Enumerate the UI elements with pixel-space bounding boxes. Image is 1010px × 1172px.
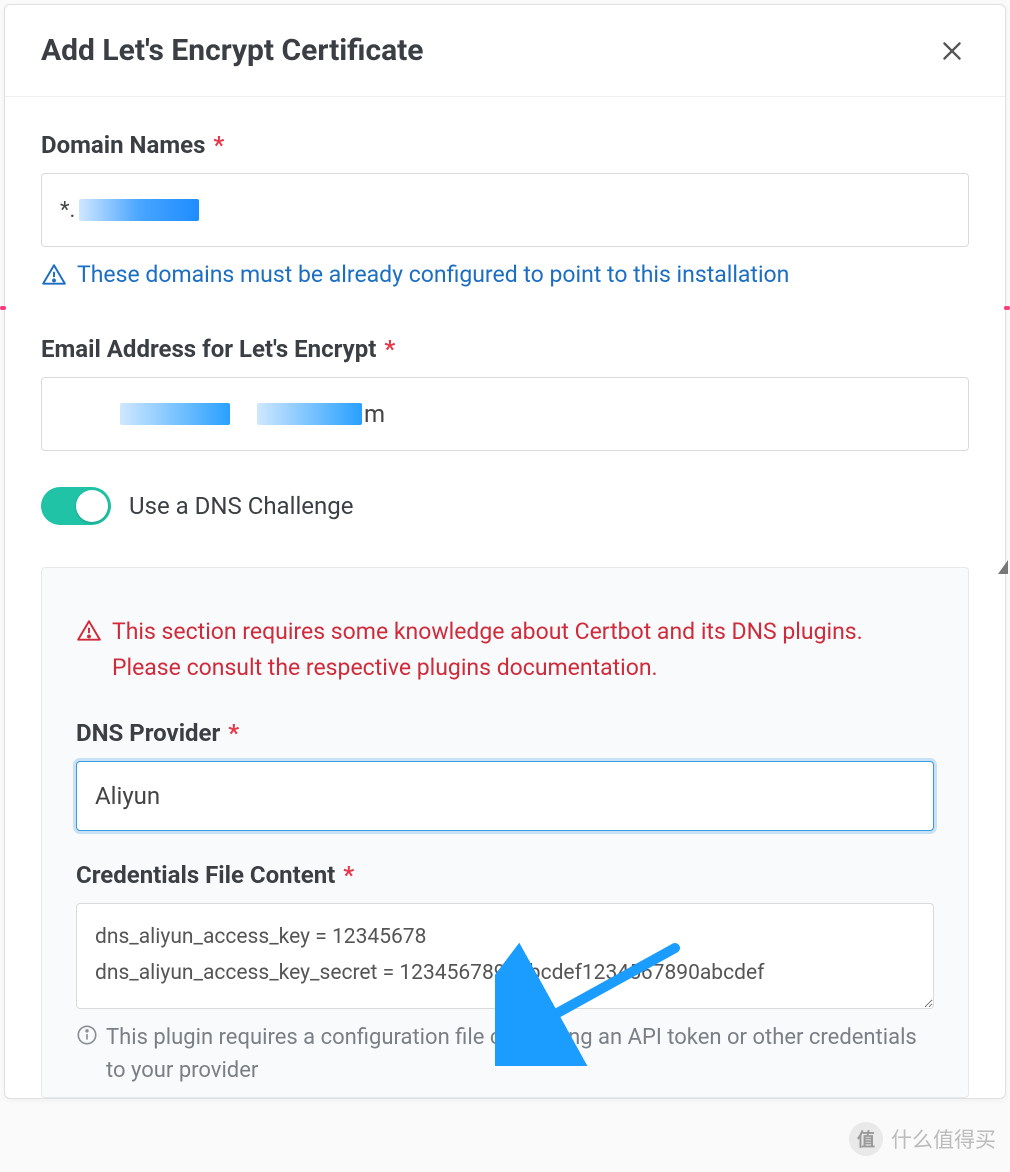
required-star: *: [228, 719, 239, 747]
dns-challenge-label: Use a DNS Challenge: [129, 492, 353, 520]
domain-names-input[interactable]: *.: [41, 173, 969, 247]
domain-names-label-text: Domain Names: [41, 131, 205, 159]
dns-warning-text: This section requires some knowledge abo…: [112, 614, 934, 685]
domain-chip[interactable]: *.: [60, 198, 199, 223]
redacted-email-part: [120, 403, 230, 425]
required-star: *: [384, 335, 395, 363]
dns-provider-label: DNS Provider *: [76, 719, 934, 747]
email-suffix: m: [364, 400, 385, 428]
watermark-badge: 值: [849, 1122, 883, 1156]
required-star: *: [343, 861, 354, 889]
warning-icon: [76, 618, 102, 644]
credentials-label-text: Credentials File Content: [76, 861, 335, 889]
modal-header: Add Let's Encrypt Certificate: [5, 5, 1005, 97]
dns-challenge-row: Use a DNS Challenge: [41, 487, 969, 525]
modal-body: Domain Names * *. These domains must be …: [5, 97, 1005, 1098]
dns-challenge-panel: This section requires some knowledge abo…: [41, 567, 969, 1098]
close-icon: [939, 38, 965, 64]
info-icon: [76, 1024, 98, 1046]
warning-icon: [41, 262, 67, 288]
dns-challenge-toggle[interactable]: [41, 487, 111, 525]
dns-provider-value: Aliyun: [95, 782, 160, 810]
modal-add-certificate: Add Let's Encrypt Certificate Domain Nam…: [4, 4, 1006, 1099]
toggle-knob: [76, 490, 108, 522]
credentials-hint-text: This plugin requires a configuration fil…: [106, 1021, 934, 1087]
decoration-line-right: [1004, 306, 1010, 310]
modal-title: Add Let's Encrypt Certificate: [41, 33, 424, 68]
domain-chip-prefix: *.: [60, 198, 75, 223]
decoration-line-left: [0, 306, 6, 310]
domain-hint-text: These domains must be already configured…: [77, 259, 789, 291]
watermark: 值 什么值得买: [849, 1122, 996, 1156]
dns-provider-select[interactable]: Aliyun: [76, 761, 934, 831]
email-input[interactable]: m: [41, 377, 969, 451]
email-label: Email Address for Let's Encrypt *: [41, 335, 969, 363]
redacted-domain: [79, 199, 199, 221]
credentials-textarea[interactable]: [76, 903, 934, 1008]
close-button[interactable]: [935, 34, 969, 68]
required-star: *: [213, 131, 224, 159]
dns-provider-label-text: DNS Provider: [76, 719, 220, 747]
watermark-text: 什么值得买: [891, 1124, 996, 1154]
domain-hint: These domains must be already configured…: [41, 259, 969, 291]
credentials-hint: This plugin requires a configuration fil…: [76, 1021, 934, 1087]
redacted-email-part: [257, 403, 362, 425]
decoration-triangle: [998, 560, 1008, 574]
email-label-text: Email Address for Let's Encrypt: [41, 335, 376, 363]
domain-names-label: Domain Names *: [41, 131, 969, 159]
credentials-label: Credentials File Content *: [76, 861, 934, 889]
dns-warning: This section requires some knowledge abo…: [76, 614, 934, 685]
